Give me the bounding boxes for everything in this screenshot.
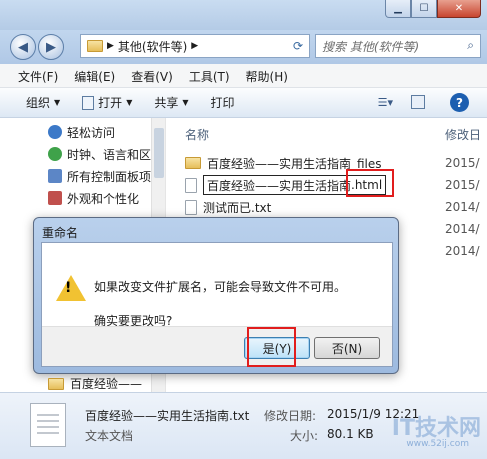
file-date: 2014/ xyxy=(445,200,480,214)
appearance-icon xyxy=(48,191,62,205)
folder-icon xyxy=(48,377,64,390)
folder-icon xyxy=(87,40,103,52)
chevron-right-icon: ▶ xyxy=(107,41,114,51)
print-label: 打印 xyxy=(210,96,235,110)
folder-icon xyxy=(185,157,201,169)
control-panel-icon xyxy=(48,169,62,183)
menu-bar: 文件(F) 编辑(E) 查看(V) 工具(T) 帮助(H) xyxy=(0,64,487,88)
nav-item-label: 外观和个性化 xyxy=(67,191,140,206)
file-row-renaming[interactable]: 百度经验——实用生活指南 .html 2015/ xyxy=(185,174,487,196)
notepad-icon xyxy=(82,95,95,110)
details-file-type: 文本文档 xyxy=(85,429,134,443)
dropdown-arrow-icon: ▼ xyxy=(126,98,133,107)
warning-exclamation: ! xyxy=(65,280,72,296)
column-modified[interactable]: 修改日 xyxy=(445,126,481,143)
back-button[interactable]: ◀ xyxy=(10,34,36,60)
scrollbar-thumb[interactable] xyxy=(154,128,164,178)
nav-item-label: 时钟、语言和区 xyxy=(67,147,152,162)
view-options-icon[interactable]: ☰▾ xyxy=(378,96,393,109)
ease-of-access-icon xyxy=(48,125,62,139)
search-placeholder: 搜索 其他(软件等) xyxy=(322,39,420,54)
text-file-icon xyxy=(185,199,197,215)
nav-item-ease-of-access[interactable]: 轻松访问 xyxy=(48,122,153,142)
file-date: 2015/ xyxy=(445,156,480,170)
text-file-icon xyxy=(185,177,197,193)
forward-button[interactable]: ▶ xyxy=(38,34,64,60)
rename-dialog: 重命名 ! 如果改变文件扩展名，可能会导致文件不可用。 确实要更改吗? 是(Y)… xyxy=(33,217,399,374)
close-button[interactable]: ✕ xyxy=(437,0,481,18)
window-controls: ▁ ☐ ✕ xyxy=(385,0,481,18)
dropdown-arrow-icon: ▼ xyxy=(54,98,61,107)
file-date: 2014/ xyxy=(445,244,480,258)
nav-item-appearance[interactable]: 外观和个性化 xyxy=(48,188,153,208)
details-file-name: 百度经验——实用生活指南.txt xyxy=(85,409,250,423)
details-pane: 百度经验——实用生活指南.txt 文本文档 修改日期: 2015/1/9 12:… xyxy=(0,392,487,459)
dropdown-arrow-icon: ▼ xyxy=(182,98,189,107)
dialog-message: 如果改变文件扩展名，可能会导致文件不可用。 xyxy=(94,280,347,294)
nav-item-label: 百度经验—— xyxy=(70,377,143,391)
nav-item-collapsed[interactable]: 百度经验—— xyxy=(48,375,142,392)
clock-globe-icon xyxy=(48,147,62,161)
watermark-url: www.52ij.com xyxy=(406,439,469,449)
menu-edit[interactable]: 编辑(E) xyxy=(68,64,125,87)
minimize-button[interactable]: ▁ xyxy=(385,0,411,18)
back-arrow-icon: ◀ xyxy=(18,39,28,55)
menu-tools[interactable]: 工具(T) xyxy=(183,64,240,87)
command-bar: 组织 ▼ 打开 ▼ 共享 ▼ 打印 ☰▾ ? xyxy=(0,88,487,118)
nav-item-all-control-panel[interactable]: 所有控制面板项 xyxy=(48,166,153,186)
address-path[interactable]: 其他(软件等) xyxy=(118,38,187,55)
search-input[interactable]: 搜索 其他(软件等) ⌕ xyxy=(315,34,481,58)
address-row: ◀ ▶ ▶ 其他(软件等) ▶ ⟳ 搜索 其他(软件等) ⌕ xyxy=(0,30,487,64)
details-size-label: 大小: xyxy=(290,429,319,443)
file-name: 测试而已.txt xyxy=(203,200,272,215)
print-button[interactable]: 打印 xyxy=(200,94,246,111)
chevron-right-icon: ▶ xyxy=(191,41,199,51)
text-document-icon xyxy=(30,403,66,447)
dialog-body: ! 如果改变文件扩展名，可能会导致文件不可用。 确实要更改吗? 是(Y) 否(N… xyxy=(41,242,393,367)
rename-name: 百度经验——实用生活指南 xyxy=(207,178,352,193)
column-header: 名称 修改日 xyxy=(167,118,487,146)
file-date: 2015/ xyxy=(445,178,480,192)
menu-help[interactable]: 帮助(H) xyxy=(240,64,298,87)
yes-highlight-box xyxy=(247,327,296,367)
search-icon: ⌕ xyxy=(467,38,474,52)
organize-button[interactable]: 组织 ▼ xyxy=(0,94,71,111)
watermark-logo: IT技术网 xyxy=(391,416,481,441)
window-titlebar: ▁ ☐ ✕ xyxy=(0,0,487,30)
no-button[interactable]: 否(N) xyxy=(314,337,380,359)
details-size-value: 80.1 KB xyxy=(327,427,374,441)
open-button[interactable]: 打开 ▼ xyxy=(71,94,143,111)
column-name[interactable]: 名称 xyxy=(185,126,209,143)
nav-item-label: 轻松访问 xyxy=(67,125,116,140)
organize-label: 组织 xyxy=(26,96,51,110)
share-button[interactable]: 共享 ▼ xyxy=(143,94,199,111)
maximize-button[interactable]: ☐ xyxy=(411,0,437,18)
refresh-button[interactable]: ⟳ xyxy=(287,37,309,55)
no-label: 否(N) xyxy=(331,341,363,356)
details-modified-label: 修改日期: xyxy=(264,409,317,423)
refresh-icon: ⟳ xyxy=(292,39,304,53)
open-label: 打开 xyxy=(98,96,123,110)
nav-item-label: 所有控制面板项 xyxy=(67,169,152,184)
dialog-title: 重命名 xyxy=(42,226,79,240)
menu-file[interactable]: 文件(F) xyxy=(12,64,68,87)
file-row[interactable]: 测试而已.txt 2014/ xyxy=(185,196,487,218)
dialog-button-row: 是(Y) 否(N) xyxy=(42,326,392,366)
file-row[interactable]: 百度经验——实用生活指南_files 2015/ xyxy=(185,152,487,174)
nav-item-clock-language[interactable]: 时钟、语言和区 xyxy=(48,144,153,164)
help-icon[interactable]: ? xyxy=(450,93,469,112)
menu-view[interactable]: 查看(V) xyxy=(125,64,183,87)
file-date: 2014/ xyxy=(445,222,480,236)
extension-highlight-box xyxy=(346,169,394,197)
preview-pane-icon[interactable] xyxy=(411,95,425,109)
forward-arrow-icon: ▶ xyxy=(46,39,56,55)
address-bar[interactable]: ▶ 其他(软件等) ▶ xyxy=(80,34,310,58)
share-label: 共享 xyxy=(154,96,179,110)
